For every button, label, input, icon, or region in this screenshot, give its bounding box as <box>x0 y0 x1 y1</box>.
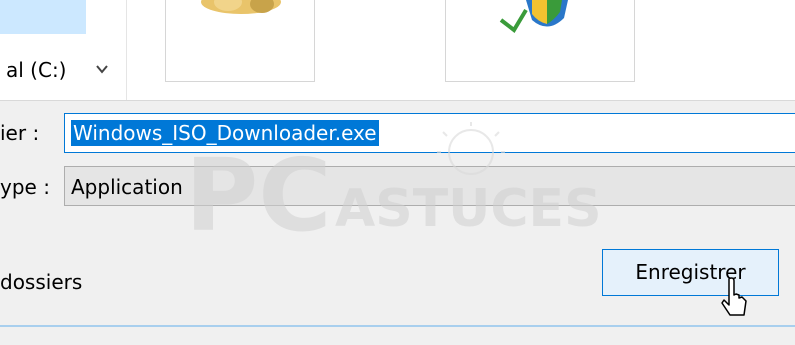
file-type-select[interactable]: Application <box>64 166 795 206</box>
file-tile[interactable] <box>445 0 635 82</box>
shield-icon <box>499 0 568 33</box>
navigation-pane: al (C:) <box>0 0 127 100</box>
save-button[interactable]: Enregistrer <box>602 249 779 296</box>
file-name-value[interactable]: Windows_ISO_Downloader.exe <box>71 120 379 146</box>
file-name-input[interactable]: Windows_ISO_Downloader.exe <box>64 113 795 153</box>
nav-selected-item[interactable] <box>0 0 86 34</box>
file-view-area: al (C:) <box>0 0 795 100</box>
file-type-label: ype : <box>0 175 50 199</box>
hide-folders-toggle[interactable]: dossiers <box>0 270 82 294</box>
file-tile[interactable] <box>165 0 315 82</box>
file-name-label: ier : <box>0 121 40 145</box>
window-bottom-border <box>0 325 795 327</box>
nav-drive-label[interactable]: al (C:) <box>6 58 66 82</box>
chevron-down-icon[interactable] <box>95 62 109 76</box>
file-type-value: Application <box>71 175 183 199</box>
file-icon <box>201 0 281 14</box>
mouse-cursor-icon <box>721 277 747 316</box>
